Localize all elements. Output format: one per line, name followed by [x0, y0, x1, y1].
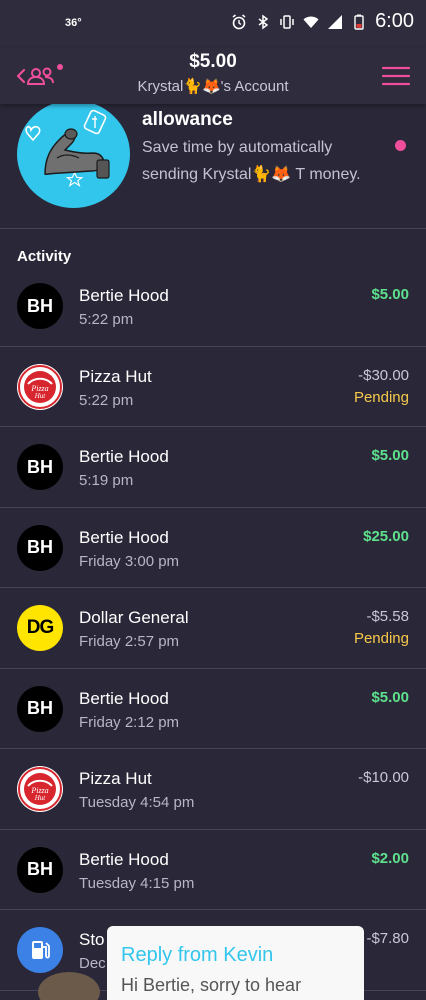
status-icons: 6:00: [231, 10, 414, 33]
transaction-name: Bertie Hood: [79, 527, 169, 547]
notification-body: Hi Bertie, sorry to hear: [121, 975, 302, 995]
activity-row[interactable]: DG Dollar General Friday 2:57 pm -$5.58 …: [0, 588, 426, 669]
allowance-title: allowance: [142, 109, 233, 130]
activity-row[interactable]: Pizza Hut Pizza Hut 5:22 pm -$30.00 Pendi…: [0, 347, 426, 427]
allowance-description: Save time by automatically sending Kryst…: [142, 139, 361, 183]
transaction-name: Bertie Hood: [79, 849, 169, 869]
transaction-time: 5:19 pm: [79, 472, 134, 489]
transaction-time: Dec: [79, 955, 106, 972]
gas-pump-icon: [17, 927, 63, 973]
pending-status: Pending: [353, 630, 409, 647]
pizza-hut-logo-icon: Pizza Hut: [17, 363, 63, 410]
menu-button[interactable]: [378, 56, 414, 96]
transaction-time: 5:22 pm: [79, 311, 134, 328]
transaction-name: Dollar General: [79, 608, 189, 627]
transaction-name: Sto: [79, 930, 105, 949]
transaction-amount: -$30.00: [358, 366, 409, 384]
transaction-time: Friday 2:57 pm: [79, 633, 180, 650]
signal-icon: [328, 14, 343, 29]
vibrate-icon: [280, 14, 294, 29]
transaction-amount: $2.00: [371, 849, 409, 867]
avatar: BH: [17, 444, 63, 490]
avatar: BH: [17, 685, 63, 732]
transaction-amount: $5.00: [371, 447, 409, 464]
transaction-time: Friday 2:12 pm: [79, 713, 180, 731]
alarm-icon: [232, 13, 246, 29]
activity-heading: Activity: [17, 248, 72, 265]
clock: 6:00: [375, 10, 414, 32]
transaction-name: Pizza Hut: [79, 366, 152, 386]
transaction-time: 5:22 pm: [79, 391, 134, 409]
pending-status: Pending: [353, 388, 409, 406]
transaction-name: Bertie Hood: [79, 447, 169, 466]
transaction-amount: $5.00: [371, 688, 409, 706]
reply-notification[interactable]: Reply from Kevin Hi Bertie, sorry to hea…: [107, 926, 364, 1000]
transaction-amount: $25.00: [363, 527, 409, 545]
activity-list: BH Bertie Hood 5:22 pm $5.00 Pizza Hut Pi…: [0, 266, 426, 991]
transaction-name: Bertie Hood: [79, 688, 169, 708]
bluetooth-icon: [258, 14, 269, 29]
transaction-name: Bertie Hood: [79, 286, 169, 305]
temperature-indicator: 36°: [65, 17, 82, 29]
notification-title: Reply from Kevin: [121, 944, 274, 966]
svg-text:Hut: Hut: [34, 794, 47, 802]
hamburger-menu-icon: [381, 66, 411, 86]
transaction-amount: $5.00: [371, 286, 409, 303]
activity-row[interactable]: BH Bertie Hood 5:22 pm $5.00: [0, 266, 426, 347]
activity-row[interactable]: Pizza Hut Pizza Hut Tuesday 4:54 pm -$10.…: [0, 749, 426, 830]
activity-row[interactable]: BH Bertie Hood Friday 2:12 pm $5.00: [0, 669, 426, 749]
svg-text:Hut: Hut: [34, 392, 47, 400]
transaction-amount: -$5.58: [366, 608, 409, 625]
transaction-amount: -$7.80: [366, 930, 409, 947]
account-name: Krystal🐈🦊's Account: [137, 78, 289, 95]
transaction-name: Pizza Hut: [79, 769, 152, 788]
flexed-arm-icon: [25, 109, 110, 187]
activity-row[interactable]: BH Bertie Hood Friday 3:00 pm $25.00: [0, 508, 426, 588]
transaction-time: Tuesday 4:15 pm: [79, 874, 195, 892]
allowance-card[interactable]: allowance Save time by automatically sen…: [0, 100, 426, 229]
activity-row[interactable]: BH Bertie Hood 5:19 pm $5.00: [0, 427, 426, 508]
avatar: BH: [17, 524, 63, 571]
transaction-time: Tuesday 4:54 pm: [79, 794, 195, 811]
new-indicator-dot: [395, 140, 406, 151]
avatar: BH: [17, 846, 63, 893]
allowance-illustration: [17, 100, 130, 208]
account-header: $5.00 Krystal🐈🦊's Account: [0, 48, 426, 104]
pizza-hut-logo-icon: Pizza Hut: [17, 766, 63, 812]
battery-low-icon: [354, 14, 364, 30]
wifi-icon: [303, 16, 319, 28]
avatar: BH: [17, 283, 63, 329]
balance-amount: $5.00: [189, 51, 237, 72]
activity-row[interactable]: BH Bertie Hood Tuesday 4:15 pm $2.00: [0, 830, 426, 910]
transaction-amount: -$10.00: [358, 769, 409, 786]
status-bar: 36° 6:00: [0, 0, 426, 48]
transaction-time: Friday 3:00 pm: [79, 552, 180, 570]
dollar-general-logo-icon: DG: [17, 605, 63, 651]
